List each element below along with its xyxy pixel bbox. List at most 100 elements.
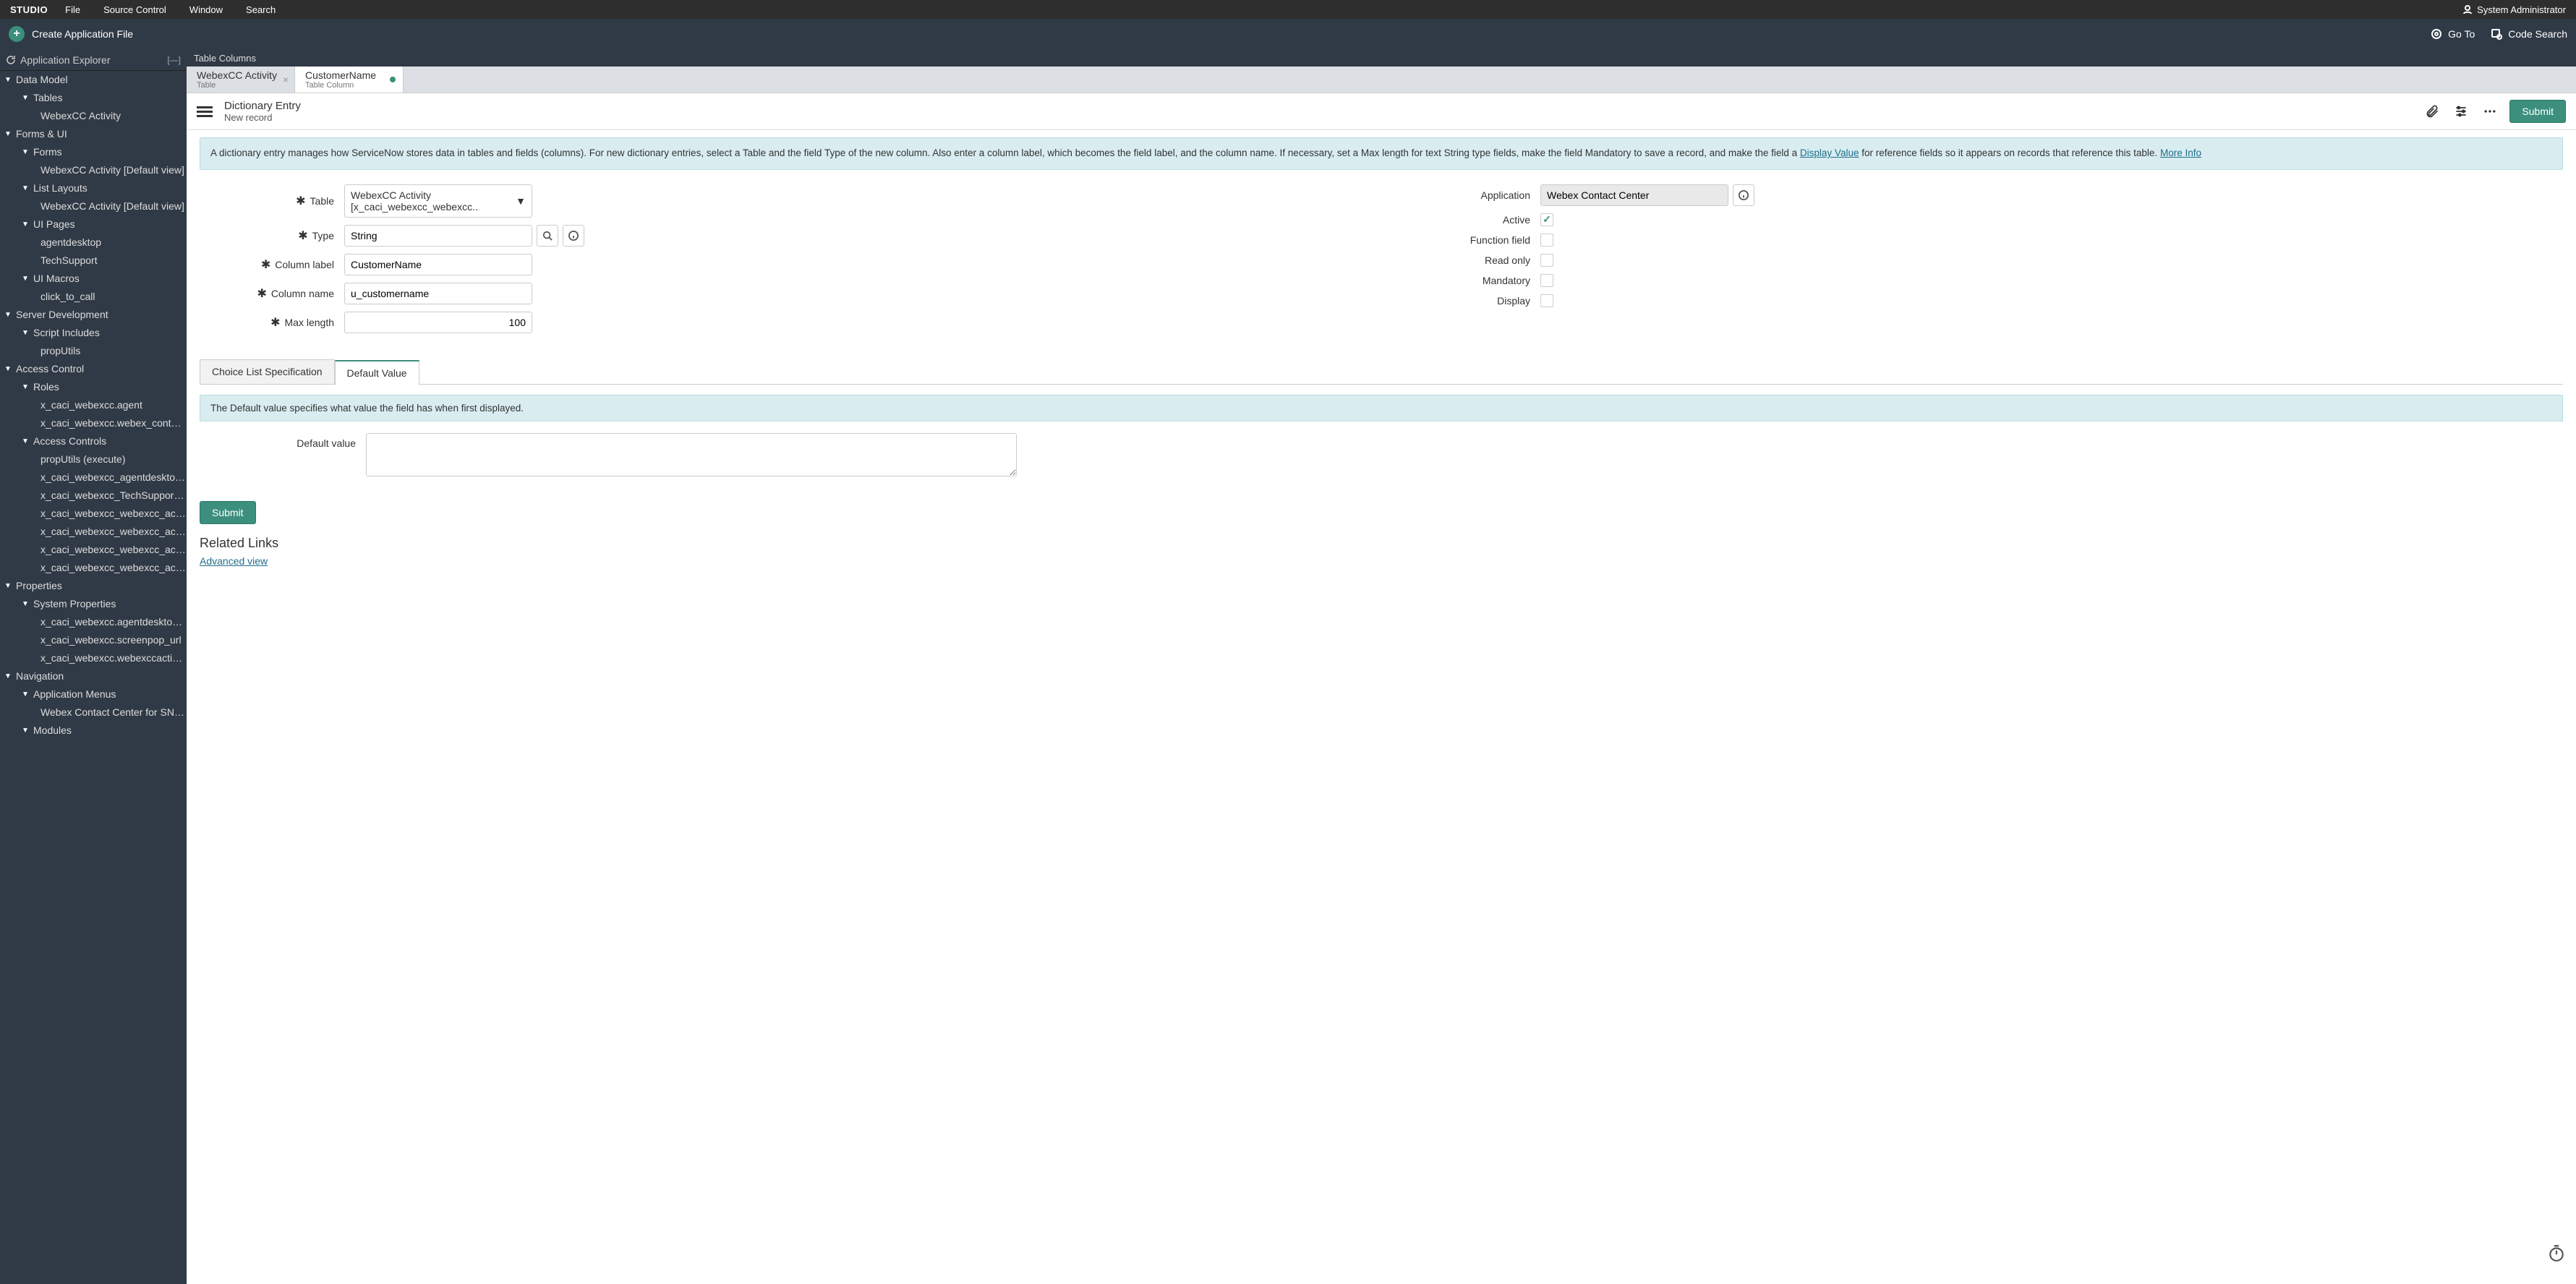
settings-icon[interactable] [2449,99,2473,124]
tree-node[interactable]: ▼Tables [0,89,187,107]
tree-node[interactable]: ▼Properties [0,577,187,595]
user-menu[interactable]: System Administrator [2462,4,2566,15]
caret-icon: ▼ [4,74,13,85]
timer-icon[interactable] [2547,1244,2566,1262]
tree-node[interactable]: ▼UI Pages [0,215,187,234]
function-field-checkbox[interactable] [1540,234,1553,247]
top-menubar: STUDIO File Source Control Window Search… [0,0,2576,19]
app-info-icon[interactable] [1733,184,1754,206]
type-input[interactable] [344,225,532,247]
caret-icon: ▼ [4,671,13,682]
collapse-button[interactable]: [—] [167,55,181,65]
display-checkbox[interactable] [1540,294,1553,307]
tree-node[interactable]: WebexCC Activity [Default view] [0,197,187,215]
tree-node[interactable]: ▼Data Model [0,71,187,89]
close-icon[interactable]: × [283,74,289,85]
tree-node[interactable]: ▼UI Macros [0,270,187,288]
tree-node[interactable]: x_caci_webexcc.webex_contact_center [0,414,187,432]
related-links-heading: Related Links [200,536,2563,551]
form-menu-icon[interactable] [197,104,213,119]
caret-icon: ▼ [22,273,30,284]
caret-icon: ▼ [22,219,30,230]
tree-node[interactable]: x_caci_webexcc_webexcc_activity (write) [0,559,187,577]
attachment-icon[interactable] [2420,99,2444,124]
tree-node[interactable]: ▼Server Development [0,306,187,324]
tree-node[interactable]: click_to_call [0,288,187,306]
tree-node[interactable]: ▼Access Controls [0,432,187,450]
caret-icon: ▼ [4,364,13,374]
sidebar-header: Application Explorer [—] [0,49,187,71]
tree-node[interactable]: ▼Forms [0,143,187,161]
tree-node[interactable]: ▼Script Includes [0,324,187,342]
menu-file[interactable]: File [65,4,80,15]
caret-icon: ▼ [22,689,30,700]
tree-node[interactable]: x_caci_webexcc_webexcc_activity (read) [0,541,187,559]
menu-search[interactable]: Search [246,4,276,15]
code-search-button[interactable]: Code Search [2491,28,2567,40]
mandatory-checkbox[interactable] [1540,274,1553,287]
search-code-icon [2491,28,2502,40]
max-length-input[interactable] [344,312,532,333]
form-subtitle: New record [224,112,301,123]
tree-node[interactable]: ▼List Layouts [0,179,187,197]
caret-icon: ▼ [4,129,13,140]
tree-node[interactable]: x_caci_webexcc_webexcc_activity (delete) [0,505,187,523]
editor-tab[interactable]: CustomerNameTable Column [295,67,404,93]
column-label-input[interactable] [344,254,532,275]
type-lookup-icon[interactable] [537,225,558,247]
more-info-link[interactable]: More Info [2160,147,2201,158]
goto-button[interactable]: Go To [2431,28,2475,40]
caret-icon: ▼ [22,183,30,194]
editor-tab[interactable]: WebexCC ActivityTable× [187,67,295,93]
readonly-checkbox[interactable] [1540,254,1553,267]
tree-node[interactable]: TechSupport [0,252,187,270]
display-value-link[interactable]: Display Value [1800,147,1859,158]
tree-node[interactable]: Webex Contact Center for SNOW [0,703,187,722]
column-name-input[interactable] [344,283,532,304]
tree-node[interactable]: ▼Modules [0,722,187,740]
breadcrumb: Table Columns [187,49,2576,67]
form-title: Dictionary Entry [224,100,301,112]
advanced-view-link[interactable]: Advanced view [200,555,268,567]
tree-node[interactable]: agentdesktop [0,234,187,252]
tree-node[interactable]: WebexCC Activity [0,107,187,125]
tree-node[interactable]: x_caci_webexcc_agentdesktop (read) [0,468,187,487]
submit-button[interactable]: Submit [2509,100,2566,123]
tree-node[interactable]: ▼Roles [0,378,187,396]
tree-node[interactable]: ▼Access Control [0,360,187,378]
info-banner: A dictionary entry manages how ServiceNo… [200,137,2563,170]
table-select[interactable]: WebexCC Activity [x_caci_webexcc_webexcc… [344,184,532,218]
submit-button-bottom[interactable]: Submit [200,501,256,524]
default-value-input[interactable] [366,433,1017,476]
user-icon [2462,4,2473,14]
caret-icon: ▼ [22,147,30,158]
tree-node[interactable]: x_caci_webexcc.screenpop_url [0,631,187,649]
tree-node[interactable]: propUtils [0,342,187,360]
dirty-indicator-icon [390,77,396,82]
target-icon [2431,28,2442,40]
tab-choice-list[interactable]: Choice List Specification [200,359,335,384]
create-icon[interactable]: + [9,26,25,42]
type-info-icon[interactable] [563,225,584,247]
tree-node[interactable]: WebexCC Activity [Default view] [0,161,187,179]
tree-node[interactable]: ▼Navigation [0,667,187,685]
caret-icon: ▼ [22,382,30,393]
tree-node[interactable]: x_caci_webexcc.agent [0,396,187,414]
create-app-file-button[interactable]: Create Application File [32,28,133,40]
tree-node[interactable]: ▼Forms & UI [0,125,187,143]
refresh-icon[interactable] [6,55,16,65]
menu-window[interactable]: Window [189,4,223,15]
tree-node[interactable]: x_caci_webexcc_TechSupport (read) [0,487,187,505]
tree-node[interactable]: x_caci_webexcc_webexcc_activity (create) [0,523,187,541]
tree-node[interactable]: x_caci_webexcc.agentdesktop_url [0,613,187,631]
tree-node[interactable]: x_caci_webexcc.webexccactivitytable [0,649,187,667]
menu-source-control[interactable]: Source Control [103,4,166,15]
action-bar: + Create Application File Go To Code Sea… [0,19,2576,49]
tree-node[interactable]: ▼System Properties [0,595,187,613]
tab-default-value[interactable]: Default Value [335,360,419,385]
tree-node[interactable]: ▼Application Menus [0,685,187,703]
active-checkbox[interactable] [1540,213,1553,226]
more-icon[interactable] [2478,99,2502,124]
tree-node[interactable]: propUtils (execute) [0,450,187,468]
brand-label: STUDIO [10,4,48,15]
